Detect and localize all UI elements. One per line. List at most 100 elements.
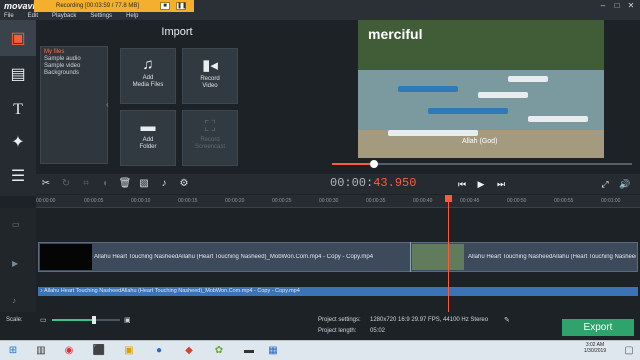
add-folder-label: Add Folder [139, 137, 157, 150]
menu-help[interactable]: Help [126, 12, 138, 20]
audio-track-icon[interactable]: ♪ [12, 296, 24, 306]
ruler-tick: 00:00:15 [178, 198, 198, 204]
playhead-handle[interactable] [445, 195, 452, 202]
scale-slider-handle[interactable] [92, 316, 97, 324]
add-media-files-button[interactable]: ♫ Add Media Files [120, 48, 176, 104]
ruler-tick: 00:00:55 [554, 198, 574, 204]
menu-file[interactable]: File [4, 12, 14, 20]
filmstrip-icon: ▤ [10, 66, 26, 83]
taskbar-app-icon[interactable]: ▥ [34, 344, 48, 357]
zoom-in-icon[interactable]: ▣ [124, 316, 131, 324]
sidebar-item-import[interactable]: ▣ [0, 20, 36, 56]
menu-edit[interactable]: Edit [28, 12, 38, 20]
preview-boat [388, 130, 478, 136]
menu-settings[interactable]: Settings [90, 12, 112, 20]
preview-boat [398, 86, 458, 92]
folder-backgrounds[interactable]: Backgrounds [44, 70, 104, 77]
settings-icon[interactable]: ⚙ [177, 177, 191, 191]
color-adjust-icon: ◐ [102, 178, 110, 189]
clip-thumbnail [40, 244, 92, 270]
add-folder-button[interactable]: ▬ Add Folder [120, 110, 176, 166]
collapse-panel-icon[interactable]: ‹ [106, 100, 112, 112]
rotate-icon: ↻ [61, 178, 71, 189]
sidebar-item-more[interactable]: ☰ [0, 158, 36, 194]
start-icon[interactable]: ⊞ [6, 344, 20, 357]
taskbar-app-icon[interactable]: ✿ [212, 344, 226, 357]
import-title: Import [161, 26, 193, 38]
delete-icon[interactable]: 🗑 [118, 177, 132, 191]
app-logo: movavi [4, 1, 36, 11]
preview-scrubber-handle[interactable] [370, 160, 378, 168]
text-icon: T [13, 101, 23, 118]
export-button[interactable]: Export [562, 319, 634, 336]
screencast-icon: ⛶ [204, 118, 216, 135]
crop-icon: ⌗ [83, 178, 89, 189]
image-icon[interactable]: ▧ [137, 177, 151, 191]
timecode-main: 00:00: [330, 176, 374, 190]
ruler-tick: 00:00:00 [36, 198, 56, 204]
video-clip-label: Allahu Heart Touching NasheedAllahu (Hea… [468, 254, 636, 260]
microphone-icon[interactable]: ♪ [157, 177, 171, 191]
sidebar-item-effects[interactable]: ✦ [0, 124, 36, 160]
ruler-tick: 00:00:10 [131, 198, 151, 204]
overlay-track-icon[interactable]: ▭ [12, 220, 24, 230]
play-icon[interactable]: ▶ [473, 177, 489, 191]
fullscreen-icon[interactable]: ⤢ [597, 177, 613, 191]
timecode: 00:00:43.950 [330, 176, 416, 190]
menu-bar: File Edit Playback Settings Help [0, 12, 640, 20]
project-length-value: 05:02 [370, 328, 386, 334]
taskbar-app-icon[interactable]: ⬛ [92, 344, 106, 357]
video-clip-label: Allahu Heart Touching NasheedAllahu (Hea… [94, 254, 374, 260]
next-frame-icon[interactable]: ⏭ [493, 177, 509, 191]
ruler-tick: 00:00:40 [413, 198, 433, 204]
ruler-tick: 00:00:25 [272, 198, 292, 204]
record-pause-icon[interactable]: ❚❚ [176, 2, 187, 10]
video-track-icon[interactable]: ▶ [12, 259, 24, 269]
chrome-icon[interactable]: ◉ [62, 344, 76, 357]
record-video-button[interactable]: ▮◂ Record Video [182, 48, 238, 104]
ruler-tick: 00:01:00 [601, 198, 621, 204]
menu-playback[interactable]: Playback [52, 12, 76, 20]
clip-divider [410, 242, 411, 272]
ruler-tick: 00:00:30 [319, 198, 339, 204]
project-length-label: Project length: [318, 328, 357, 334]
menu-icon: ☰ [10, 168, 26, 185]
record-screencast-button: ⛶ Record Screencast [182, 110, 238, 166]
clip-thumbnail [412, 244, 464, 270]
taskbar-app-icon[interactable]: ▦ [266, 344, 280, 357]
sidebar-item-filters[interactable]: ▤ [0, 56, 36, 92]
playhead[interactable] [448, 195, 449, 312]
recording-bar: Recording [00:03:59 / 77.8 MB] [34, 0, 194, 12]
clock[interactable]: 3:02 AM 1/30/2019 [575, 342, 615, 354]
ruler-tick: 00:00:35 [366, 198, 386, 204]
close-icon[interactable]: ✕ [626, 1, 636, 10]
taskbar-app-icon[interactable]: ● [152, 344, 166, 357]
magic-wand-icon: ✦ [11, 134, 25, 151]
taskbar-app-icon[interactable]: ▬ [242, 344, 256, 357]
folder-my-files[interactable]: My files [44, 49, 104, 56]
minimize-icon[interactable]: – [598, 1, 608, 10]
preview-water [358, 70, 604, 134]
volume-icon[interactable]: 🔊 [617, 177, 633, 191]
overlay-logo: merciful [368, 26, 423, 42]
notification-icon[interactable]: ▢ [622, 344, 636, 357]
sidebar-item-titles[interactable]: T [0, 92, 36, 128]
previous-frame-icon[interactable]: ⏮ [454, 177, 470, 191]
folder-sample-video[interactable]: Sample video [44, 63, 104, 70]
add-media-files-label: Add Media Files [132, 75, 164, 88]
zoom-out-icon[interactable]: ▭ [40, 316, 47, 324]
preview-caption: Allah (God) [462, 138, 498, 145]
taskbar-app-icon[interactable]: ◆ [182, 344, 196, 357]
folder-sample-audio[interactable]: Sample audio [44, 56, 104, 63]
maximize-icon[interactable]: □ [612, 1, 622, 10]
taskbar-app-icon[interactable]: ▣ [122, 344, 136, 357]
project-settings-value: 1280x720 16:9 29.97 FPS, 44100 Hz Stereo [370, 317, 489, 323]
project-settings-label: Project settings: [318, 317, 361, 323]
record-stop-icon[interactable]: ■ [160, 2, 170, 10]
video-preview[interactable]: merciful Allah (God) [358, 20, 604, 158]
scale-label: Scale: [6, 317, 23, 323]
preview-boat [478, 92, 528, 98]
pencil-icon[interactable]: ✎ [504, 316, 510, 324]
preview-boat [428, 108, 508, 114]
cut-icon[interactable]: ✂ [39, 177, 53, 191]
